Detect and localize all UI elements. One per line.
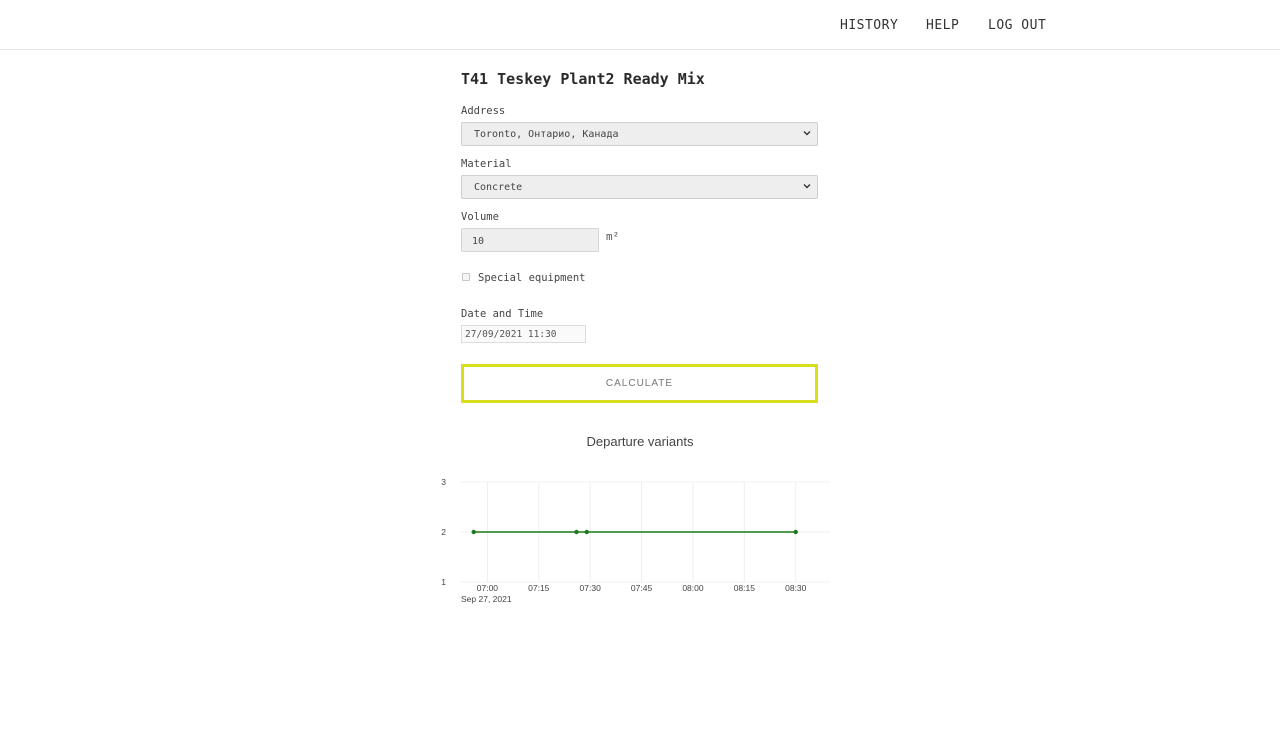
x-tick-label: 08:30 (785, 583, 807, 593)
chevron-down-icon (803, 131, 811, 136)
nav-logout-link[interactable]: LOG OUT (988, 18, 1046, 33)
nav-help-link[interactable]: HELP (926, 18, 959, 33)
special-equipment-label[interactable]: Special equipment (478, 272, 585, 284)
y-tick-label: 2 (441, 527, 446, 537)
volume-input[interactable]: 10 (461, 228, 599, 252)
material-select-value: Concrete (474, 182, 523, 193)
address-select[interactable]: Toronto, Онтарио, Канада (461, 122, 818, 146)
chart-series (471, 529, 798, 535)
volume-label: Volume (461, 211, 499, 223)
x-tick-label: 07:45 (631, 583, 653, 593)
top-nav-bar: HISTORY HELP LOG OUT (0, 0, 1280, 50)
volume-unit: m² (606, 230, 620, 243)
material-select[interactable]: Concrete (461, 175, 818, 199)
datetime-input[interactable]: 27/09/2021 11:30 (461, 325, 586, 343)
nav-history-link[interactable]: HISTORY (840, 18, 898, 33)
x-tick-label: 08:15 (734, 583, 756, 593)
chart-x-date-label: Sep 27, 2021 (461, 594, 512, 604)
data-point (574, 529, 579, 535)
data-point (471, 529, 476, 535)
y-tick-label: 3 (441, 477, 446, 487)
data-point (584, 529, 589, 535)
x-tick-label: 07:15 (528, 583, 550, 593)
address-label: Address (461, 105, 506, 117)
special-equipment-checkbox[interactable] (462, 273, 470, 281)
y-tick-label: 1 (441, 577, 446, 587)
x-tick-label: 07:30 (580, 583, 602, 593)
chart-x-tick-labels: 07:00 07:15 07:30 07:45 08:00 08:15 08:30 (477, 583, 807, 593)
material-label: Material (461, 158, 512, 170)
chart-title: Departure variants (586, 434, 694, 449)
chevron-down-icon (803, 184, 811, 189)
x-tick-label: 08:00 (682, 583, 704, 593)
departure-variants-chart: 123 07:00 07:15 07:30 07:45 08:00 08:15 08:30 … (441, 477, 830, 604)
data-point (793, 529, 798, 535)
datetime-label: Date and Time (461, 308, 544, 320)
x-tick-label: 07:00 (477, 583, 499, 593)
calculate-button[interactable]: CALCULATE (461, 364, 818, 403)
page-title: T41 Teskey Plant2 Ready Mix (461, 70, 705, 88)
address-select-value: Toronto, Онтарио, Канада (474, 129, 619, 140)
chart-y-tick-labels: 1 2 3 (441, 477, 446, 587)
